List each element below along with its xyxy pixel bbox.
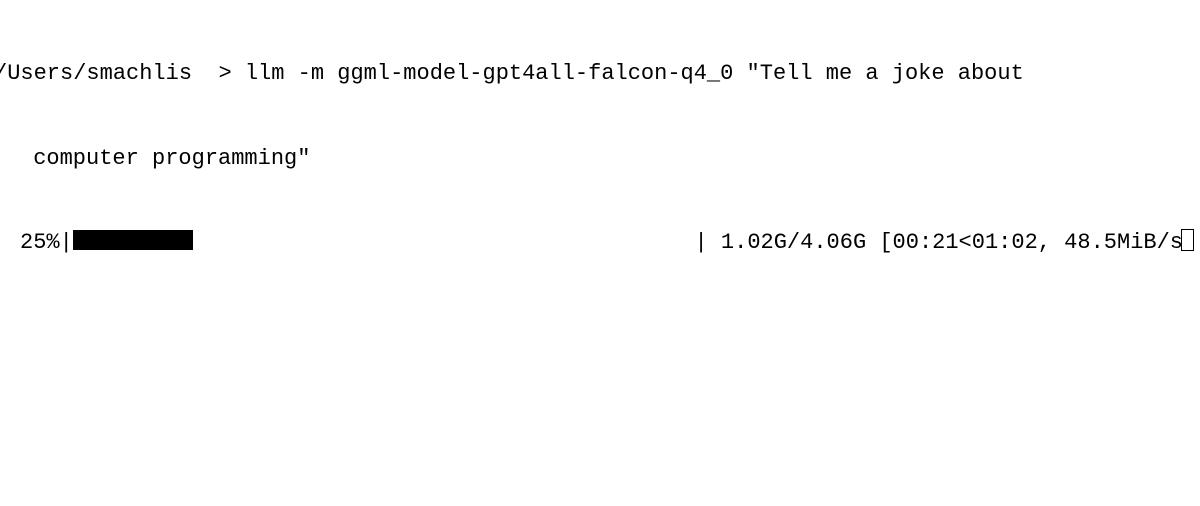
progress-bar-fill	[73, 230, 193, 250]
command-text: llm -m ggml-model-gpt4all-falcon-q4_0 "T…	[245, 61, 1024, 86]
progress-stats-text: 1.02G/4.06G [00:21<01:02, 48.5MiB/s	[708, 230, 1183, 255]
progress-percent: 25%	[20, 229, 60, 257]
prompt-path: /Users/smachlis	[0, 61, 192, 86]
progress-line: 25%| | 1.02G/4.06G [00:21<01:02, 48.5MiB…	[0, 229, 1200, 257]
progress-bar	[73, 229, 193, 257]
progress-stats: | 1.02G/4.06G [00:21<01:02, 48.5MiB/s	[695, 229, 1200, 257]
command-line-1: /Users/smachlis > llm -m ggml-model-gpt4…	[0, 60, 1200, 88]
prompt-symbol: >	[218, 61, 231, 86]
terminal-output[interactable]: /Users/smachlis > llm -m ggml-model-gpt4…	[0, 4, 1200, 285]
progress-bar-right: |	[695, 230, 708, 255]
progress-bar-left: |	[60, 229, 73, 257]
command-line-2: computer programming"	[0, 145, 1200, 173]
command-wrap: computer programming"	[20, 146, 310, 171]
cursor-icon	[1181, 229, 1194, 251]
